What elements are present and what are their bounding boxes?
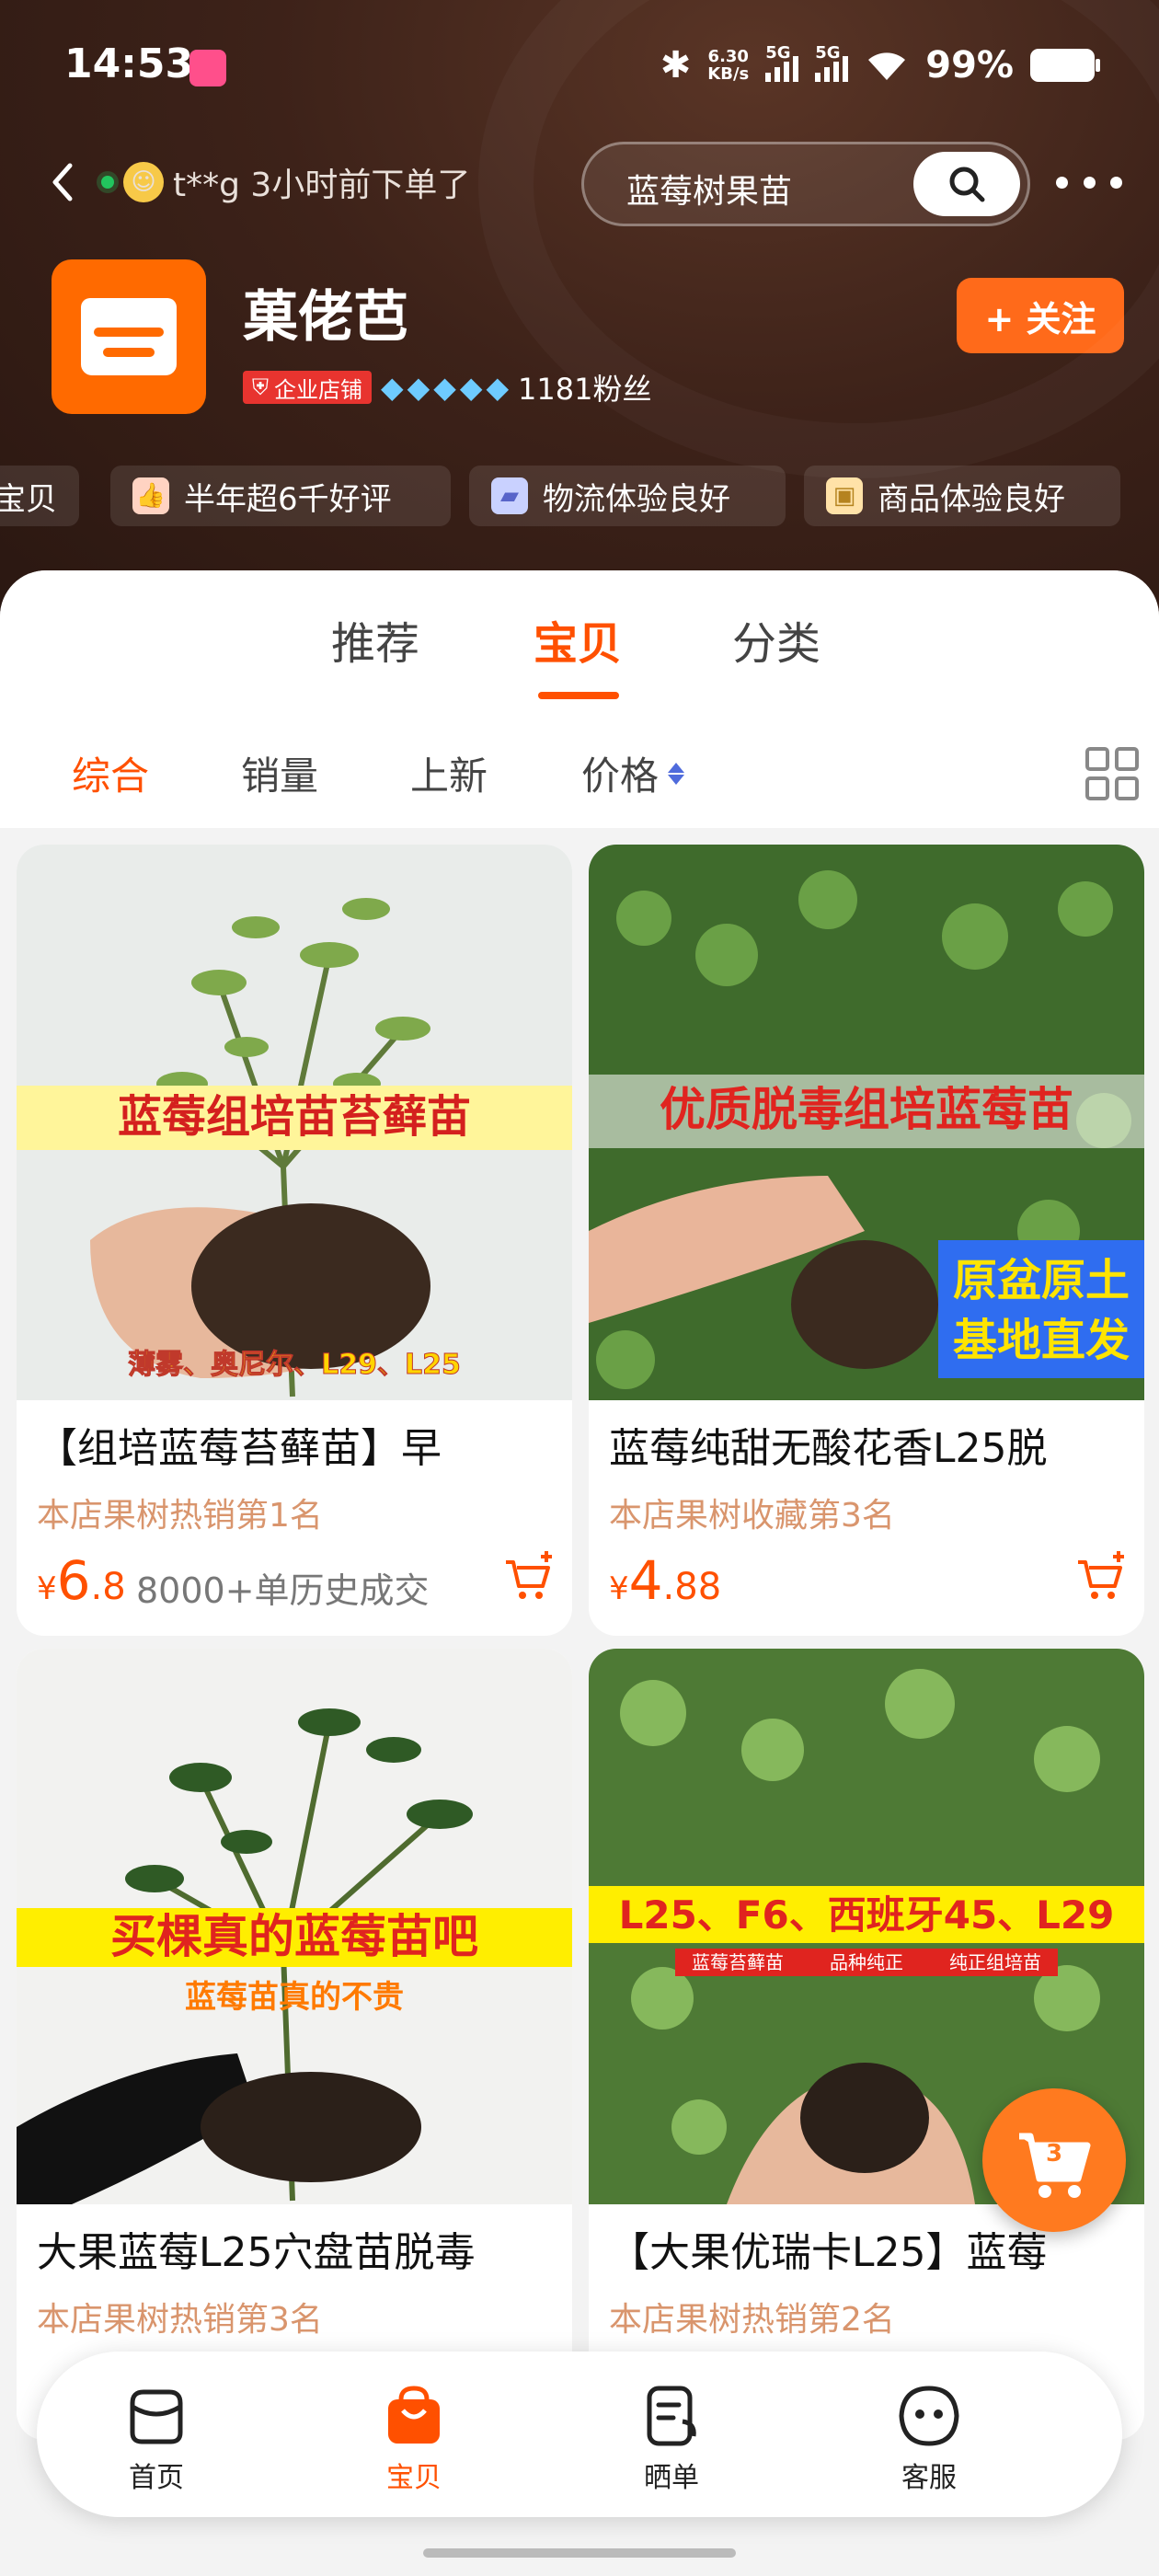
product-sales: 8000+单历史成交	[136, 1570, 430, 1611]
product-title[interactable]: 大果蓝莓L25穴盘苗脱毒	[37, 2219, 561, 2278]
product-card[interactable]: L25、F6、西班牙45、L29 蓝莓苔藓苗 品种纯正 纯正组培苗 【大果优瑞卡…	[589, 1649, 1144, 2440]
product-rank: 本店果树热销第3名	[37, 2301, 323, 2339]
nav-home[interactable]: 首页	[83, 2379, 230, 2495]
status-bar: 14:53 ✱ 6.30 KB/s 5G 5G 99%	[0, 37, 1159, 101]
signal-icon-2: 5G	[815, 43, 849, 82]
sort-arrows-icon	[668, 762, 685, 785]
product-image-banner: 买棵真的蓝莓苗吧	[110, 1910, 478, 1963]
shop-tabs: 推荐 宝贝 分类	[0, 607, 1159, 708]
layout-toggle-icon[interactable]	[1085, 747, 1139, 800]
product-image-footer: 薄雾、奥尼尔、L29、L25	[128, 1349, 461, 1381]
product-card[interactable]: 蓝莓组培苗苔藓苗 薄雾、奥尼尔、L29、L25 【组培蓝莓苔藓苗】早 本店果树热…	[17, 845, 572, 1636]
cart-count-badge: 3	[1045, 2140, 1063, 2168]
shield-icon: ⛨	[252, 374, 269, 400]
nav-customer-service[interactable]: 客服	[855, 2379, 1003, 2495]
cart-plus-icon	[1078, 1551, 1124, 1599]
shop-badge-reviews[interactable]: 👍 半年超6千好评	[110, 466, 451, 526]
product-card[interactable]: 优质脱毒组培蓝莓苗 原盆原土 基地直发 蓝莓纯甜无酸花香L25脱 本店果树收藏第…	[589, 845, 1144, 1636]
bag-icon	[377, 2379, 451, 2453]
product-title[interactable]: 蓝莓纯甜无酸花香L25脱	[609, 1415, 1133, 1474]
shop-logo[interactable]	[52, 259, 206, 414]
product-price: ¥4.88	[609, 1549, 722, 1612]
tab-products[interactable]: 宝贝	[534, 607, 622, 672]
sort-overall[interactable]: 综合	[72, 745, 149, 801]
sort-sales[interactable]: 销量	[241, 745, 318, 801]
product-image[interactable]: 买棵真的蓝莓苗吧 蓝莓苗真的不贵	[17, 1649, 572, 2204]
cart-plus-icon	[506, 1551, 552, 1599]
fan-count: 1181粉丝	[518, 372, 652, 407]
sort-newest[interactable]: 上新	[410, 745, 488, 801]
chevron-left-icon	[52, 163, 73, 201]
sort-price[interactable]: 价格	[581, 745, 685, 801]
home-indicator[interactable]	[423, 2548, 736, 2558]
nav-reviews[interactable]: 晒单	[598, 2379, 745, 2495]
review-icon	[635, 2379, 708, 2453]
shop-header: 14:53 ✱ 6.30 KB/s 5G 5G 99% ☺ t**g 3小时前下…	[0, 0, 1159, 626]
signal-icon-1: 5G	[765, 43, 799, 82]
add-to-cart-button[interactable]	[500, 1549, 556, 1604]
live-dot-icon	[101, 176, 114, 189]
product-price: ¥6.8	[37, 1549, 126, 1612]
shop-search-box[interactable]: 蓝莓树果苗	[581, 142, 1030, 226]
product-image-banner: L25、F6、西班牙45、L29	[619, 1892, 1115, 1938]
floating-cart-button[interactable]: 3	[982, 2088, 1126, 2232]
more-options-button[interactable]	[1056, 160, 1122, 204]
avatar: ☺	[123, 162, 164, 202]
service-icon	[892, 2379, 966, 2453]
product-image-tag: 纯正组培苗	[949, 1951, 1041, 1973]
bluetooth-icon: ✱	[660, 44, 692, 86]
product-rank: 本店果树热销第1名	[37, 1497, 323, 1535]
product-image-banner: 优质脱毒组培蓝莓苗	[660, 1083, 1073, 1136]
battery-percent: 99%	[925, 44, 1014, 86]
app-notification-icon	[189, 50, 226, 86]
follow-button[interactable]: + 关注	[957, 278, 1124, 353]
add-to-cart-button[interactable]	[1073, 1549, 1128, 1604]
battery-icon	[1030, 49, 1100, 82]
truck-icon: ▰	[491, 477, 528, 514]
shop-name[interactable]: 菓佬芭	[243, 272, 408, 352]
product-title[interactable]: 【组培蓝莓苔藓苗】早	[37, 1415, 561, 1474]
shop-badges-row: 宝贝 👍 半年超6千好评 ▰ 物流体验良好 ▣ 商品体验良好	[0, 466, 1159, 526]
shop-badge-product-experience[interactable]: ▣ 商品体验良好	[804, 466, 1120, 526]
product-image[interactable]: 优质脱毒组培蓝莓苗 原盆原土 基地直发	[589, 845, 1144, 1400]
product-image-box-1: 原盆原土	[953, 1255, 1130, 1306]
network-speed: 6.30 KB/s	[707, 47, 750, 84]
product-card[interactable]: 买棵真的蓝莓苗吧 蓝莓苗真的不贵 大果蓝莓L25穴盘苗脱毒 本店果树热销第3名	[17, 1649, 572, 2440]
search-icon	[949, 167, 985, 202]
status-time: 14:53	[64, 40, 194, 87]
shop-badge-logistics[interactable]: ▰ 物流体验良好	[469, 466, 786, 526]
product-image-tag: 蓝莓苔藓苗	[692, 1951, 784, 1973]
active-tab-indicator	[538, 692, 619, 699]
product-image-subtitle: 蓝莓苗真的不贵	[185, 1979, 404, 2016]
back-button[interactable]	[37, 155, 92, 210]
shop-meta: ⛨ 企业店铺 ◆ ◆ ◆ ◆ ◆ 1181粉丝	[243, 366, 652, 408]
shop-level-diamonds: ◆ ◆ ◆ ◆ ◆	[381, 370, 510, 405]
main-panel: 推荐 宝贝 分类 综合 销量 上新 价格 蓝莓组培苗苔藓苗 薄雾、奥尼尔、L29…	[0, 570, 1159, 2576]
store-icon	[81, 298, 177, 375]
tab-categories[interactable]: 分类	[732, 607, 820, 672]
product-image-tag: 品种纯正	[830, 1951, 903, 1973]
tab-recommend[interactable]: 推荐	[331, 607, 419, 672]
search-button[interactable]	[913, 152, 1020, 216]
product-image-banner: 蓝莓组培苗苔藓苗	[118, 1091, 471, 1143]
shop-badge-products[interactable]: 宝贝	[0, 466, 79, 526]
recent-order-notice: ☺ t**g 3小时前下单了	[101, 155, 470, 210]
product-rank: 本店果树热销第2名	[609, 2301, 895, 2339]
product-image[interactable]: 蓝莓组培苗苔藓苗 薄雾、奥尼尔、L29、L25	[17, 845, 572, 1400]
nav-products[interactable]: 宝贝	[340, 2379, 488, 2495]
enterprise-badge: ⛨ 企业店铺	[243, 371, 372, 404]
thumbs-up-icon: 👍	[132, 477, 169, 514]
bag-icon: ▣	[826, 477, 863, 514]
product-image-box-2: 基地直发	[953, 1315, 1130, 1366]
product-rank: 本店果树收藏第3名	[609, 1497, 895, 1535]
nav-row: ☺ t**g 3小时前下单了 蓝莓树果苗	[0, 138, 1159, 226]
sort-row: 综合 销量 上新 价格	[0, 745, 1159, 810]
bottom-nav: 首页 宝贝 晒单 客服	[37, 2352, 1122, 2517]
search-input[interactable]: 蓝莓树果苗	[626, 165, 792, 213]
shop-home-icon	[120, 2379, 193, 2453]
wifi-icon	[865, 49, 909, 82]
